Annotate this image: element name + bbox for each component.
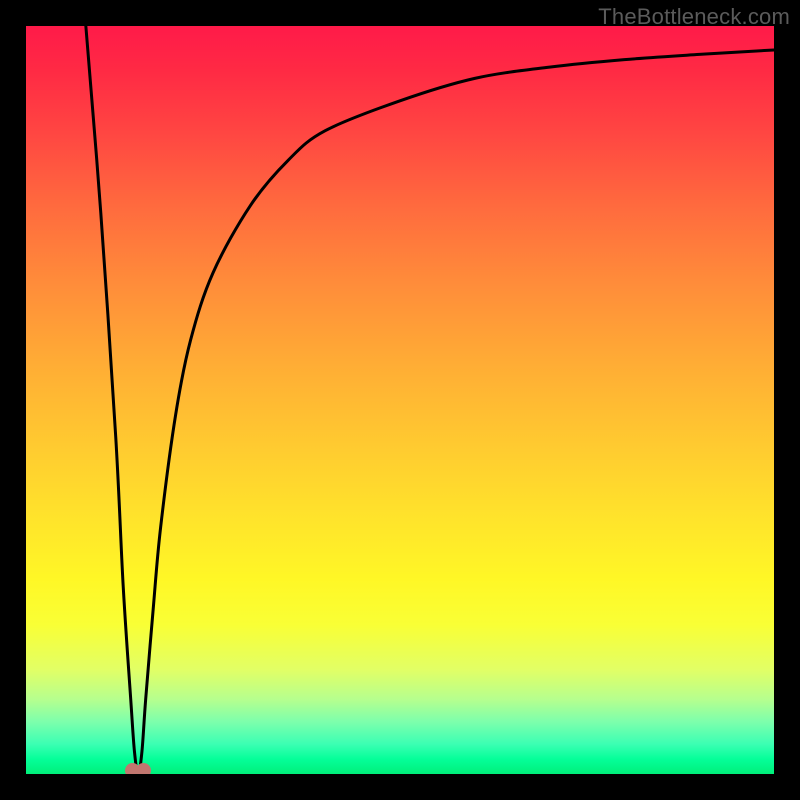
minimum-marker [125,757,151,774]
marker-bridge [130,769,146,774]
curve-layer [26,26,774,774]
chart-frame: TheBottleneck.com [0,0,800,800]
bottleneck-curve [86,26,774,774]
watermark-text: TheBottleneck.com [598,4,790,30]
plot-area [26,26,774,774]
